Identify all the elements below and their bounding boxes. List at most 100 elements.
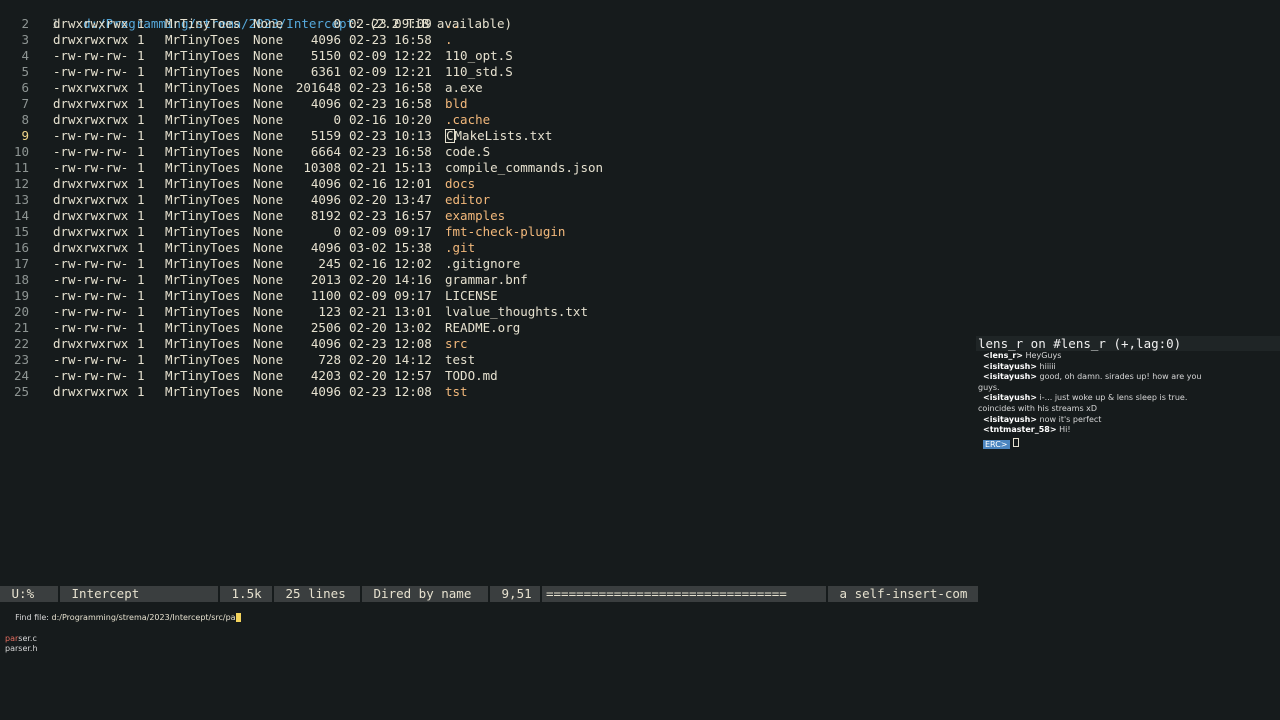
- file-group: None: [253, 192, 284, 207]
- directory-name[interactable]: fmt-check-plugin: [445, 224, 565, 239]
- file-name[interactable]: LICENSE: [445, 288, 498, 303]
- file-modified: 02-20 14:12: [349, 352, 445, 368]
- dired-entry-row[interactable]: 22 drwxrwxrwx 1 MrTinyToes None 4096 02-23 12:…: [0, 336, 468, 352]
- dired-entry-row[interactable]: 18 -rw-rw-rw- 1 MrTinyToes None 2013 02-20 14:…: [0, 272, 528, 288]
- file-time: 14:16: [394, 272, 432, 287]
- file-name[interactable]: code.S: [445, 144, 490, 159]
- irc-channel-title: lens_r on #lens_r (+,lag:0): [976, 336, 1280, 351]
- file-link-count: 1: [137, 80, 145, 95]
- irc-nick[interactable]: <isitayush>: [983, 393, 1037, 402]
- dired-entry-row[interactable]: 7 drwxrwxrwx 1 MrTinyToes None 4096 02-23 16:5…: [0, 96, 468, 112]
- dired-entry-row[interactable]: 9 -rw-rw-rw- 1 MrTinyToes None 5159 02-23 10:1…: [0, 128, 552, 144]
- file-owner: MrTinyToes: [165, 176, 241, 191]
- dired-entry-row[interactable]: 11 -rw-rw-rw- 1 MrTinyToes None 10308 02-21 15…: [0, 160, 603, 176]
- file-size: 6664: [310, 144, 341, 159]
- file-name[interactable]: TODO.md: [445, 368, 498, 383]
- dired-entry-row[interactable]: 17 -rw-rw-rw- 1 MrTinyToes None 245 02-16 12:0…: [0, 256, 520, 272]
- file-name[interactable]: 110_opt.S: [445, 48, 513, 63]
- dired-entry-row[interactable]: 6 -rwxrwxrwx 1 MrTinyToes None 201648 02-23 16…: [0, 80, 483, 96]
- line-number: 10: [13, 144, 29, 159]
- irc-nick[interactable]: <tntmaster_58>: [983, 425, 1057, 434]
- dired-entry-row[interactable]: 15 drwxrwxrwx 1 MrTinyToes None 0 02-09 09:17 f…: [0, 224, 565, 240]
- file-size: 5159: [310, 128, 341, 143]
- file-permissions: -rw-rw-rw-: [53, 160, 129, 175]
- file-name[interactable]: test: [445, 352, 475, 367]
- dired-entry-row[interactable]: 21 -rw-rw-rw- 1 MrTinyToes None 2506 02-20 13:…: [0, 320, 520, 336]
- modeline-buffer-name[interactable]: Intercept: [60, 586, 220, 602]
- modeline-major-mode[interactable]: Dired by name: [362, 586, 490, 602]
- irc-chat-window[interactable]: lens_r on #lens_r (+,lag:0) <lens_r> Hey…: [976, 336, 1280, 454]
- file-group: None: [253, 336, 284, 351]
- dired-entry-row[interactable]: 3 drwxrwxrwx 1 MrTinyToes None 4096 02-23 16:5…: [0, 32, 453, 48]
- directory-name[interactable]: tst: [445, 384, 468, 399]
- line-number: 15: [13, 224, 29, 239]
- line-number: 14: [13, 208, 29, 223]
- file-name[interactable]: a.exe: [445, 80, 483, 95]
- irc-nick[interactable]: <isitayush>: [983, 415, 1037, 424]
- file-name[interactable]: 110_std.S: [445, 64, 513, 79]
- file-date: 02-21: [349, 160, 387, 175]
- dired-entry-row[interactable]: 2 drwxrwxrwx 1 MrTinyToes None 0 02-23 09:09..: [0, 16, 460, 32]
- dired-entry-row[interactable]: 8 drwxrwxrwx 1 MrTinyToes None 0 02-16 10:20 .c…: [0, 112, 490, 128]
- dired-buffer[interactable]: 1 d:/Programming/strema/2023/Intercept: (…: [0, 0, 980, 580]
- file-owner: MrTinyToes: [165, 96, 241, 111]
- irc-nick[interactable]: <isitayush>: [983, 372, 1037, 381]
- directory-name[interactable]: examples: [445, 208, 505, 223]
- file-link-count: 1: [137, 64, 145, 79]
- irc-nick[interactable]: <lens_r>: [983, 351, 1023, 360]
- dired-entry-row[interactable]: 10 -rw-rw-rw- 1 MrTinyToes None 6664 02-23 16:…: [0, 144, 490, 160]
- dired-entry-row[interactable]: 13 drwxrwxrwx 1 MrTinyToes None 4096 02-20 13:…: [0, 192, 490, 208]
- dired-entry-row[interactable]: 25 drwxrwxrwx 1 MrTinyToes None 4096 02-23 12:…: [0, 384, 468, 400]
- dired-entry-row[interactable]: 14 drwxrwxrwx 1 MrTinyToes None 8192 02-23 16:…: [0, 208, 505, 224]
- file-size: 4096: [310, 240, 341, 255]
- dired-entry-row[interactable]: 23 -rw-rw-rw- 1 MrTinyToes None 728 02-20 14:1…: [0, 352, 475, 368]
- dired-entry-row[interactable]: 24 -rw-rw-rw- 1 MrTinyToes None 4203 02-20 12:…: [0, 368, 498, 384]
- file-size: 4203: [310, 368, 341, 383]
- dired-entry-row[interactable]: 5 -rw-rw-rw- 1 MrTinyToes None 6361 02-09 12:2…: [0, 64, 513, 80]
- modeline-buffer-state: U:%: [0, 586, 60, 602]
- minibuffer[interactable]: Find file: d:/Programming/strema/2023/In…: [0, 602, 1280, 655]
- directory-name[interactable]: editor: [445, 192, 490, 207]
- file-group: None: [253, 352, 284, 367]
- find-file-input[interactable]: d:/Programming/strema/2023/Intercept/src…: [52, 613, 236, 622]
- file-size: 4096: [310, 176, 341, 191]
- directory-name[interactable]: .cache: [445, 112, 490, 127]
- file-size: 4096: [310, 96, 341, 111]
- completion-candidate[interactable]: parser.h: [0, 644, 1280, 655]
- file-modified: 02-09 12:22: [349, 48, 445, 64]
- completion-candidate[interactable]: parser.c: [0, 634, 1280, 645]
- file-name[interactable]: CMakeLists.txt: [445, 128, 552, 143]
- file-owner: MrTinyToes: [165, 112, 241, 127]
- file-owner: MrTinyToes: [165, 208, 241, 223]
- file-modified: 02-23 09:09: [349, 16, 445, 32]
- directory-name[interactable]: .: [445, 32, 453, 47]
- file-name[interactable]: compile_commands.json: [445, 160, 603, 175]
- file-modified: 02-23 16:58: [349, 144, 445, 160]
- file-size: 728: [318, 352, 341, 367]
- find-file-prompt-line[interactable]: Find file: d:/Programming/strema/2023/In…: [0, 602, 1280, 634]
- file-permissions: drwxrwxrwx: [53, 384, 129, 399]
- file-name[interactable]: README.org: [445, 320, 520, 335]
- directory-name[interactable]: ..: [445, 16, 460, 31]
- dired-entry-row[interactable]: 4 -rw-rw-rw- 1 MrTinyToes None 5150 02-09 12:2…: [0, 48, 513, 64]
- file-name[interactable]: .gitignore: [445, 256, 520, 271]
- file-time: 12:02: [394, 256, 432, 271]
- directory-name[interactable]: docs: [445, 176, 475, 191]
- irc-input-line[interactable]: ERC>: [976, 436, 1280, 450]
- file-name[interactable]: lvalue_thoughts.txt: [445, 304, 588, 319]
- line-number: 18: [13, 272, 29, 287]
- dired-entry-row[interactable]: 19 -rw-rw-rw- 1 MrTinyToes None 1100 02-09 09:…: [0, 288, 498, 304]
- directory-name[interactable]: bld: [445, 96, 468, 111]
- irc-nick[interactable]: <isitayush>: [983, 362, 1037, 371]
- file-name[interactable]: grammar.bnf: [445, 272, 528, 287]
- file-modified: 02-09 09:17: [349, 288, 445, 304]
- line-number: 25: [13, 384, 29, 399]
- directory-name[interactable]: .git: [445, 240, 475, 255]
- file-group: None: [253, 80, 284, 95]
- dired-entry-row[interactable]: 16 drwxrwxrwx 1 MrTinyToes None 4096 03-02 15:…: [0, 240, 475, 256]
- dired-entry-row[interactable]: 12 drwxrwxrwx 1 MrTinyToes None 4096 02-16 12:…: [0, 176, 475, 192]
- dired-entry-row[interactable]: 20 -rw-rw-rw- 1 MrTinyToes None 123 02-21 13:0…: [0, 304, 588, 320]
- file-size: 4096: [310, 384, 341, 399]
- file-owner: MrTinyToes: [165, 80, 241, 95]
- directory-name[interactable]: src: [445, 336, 468, 351]
